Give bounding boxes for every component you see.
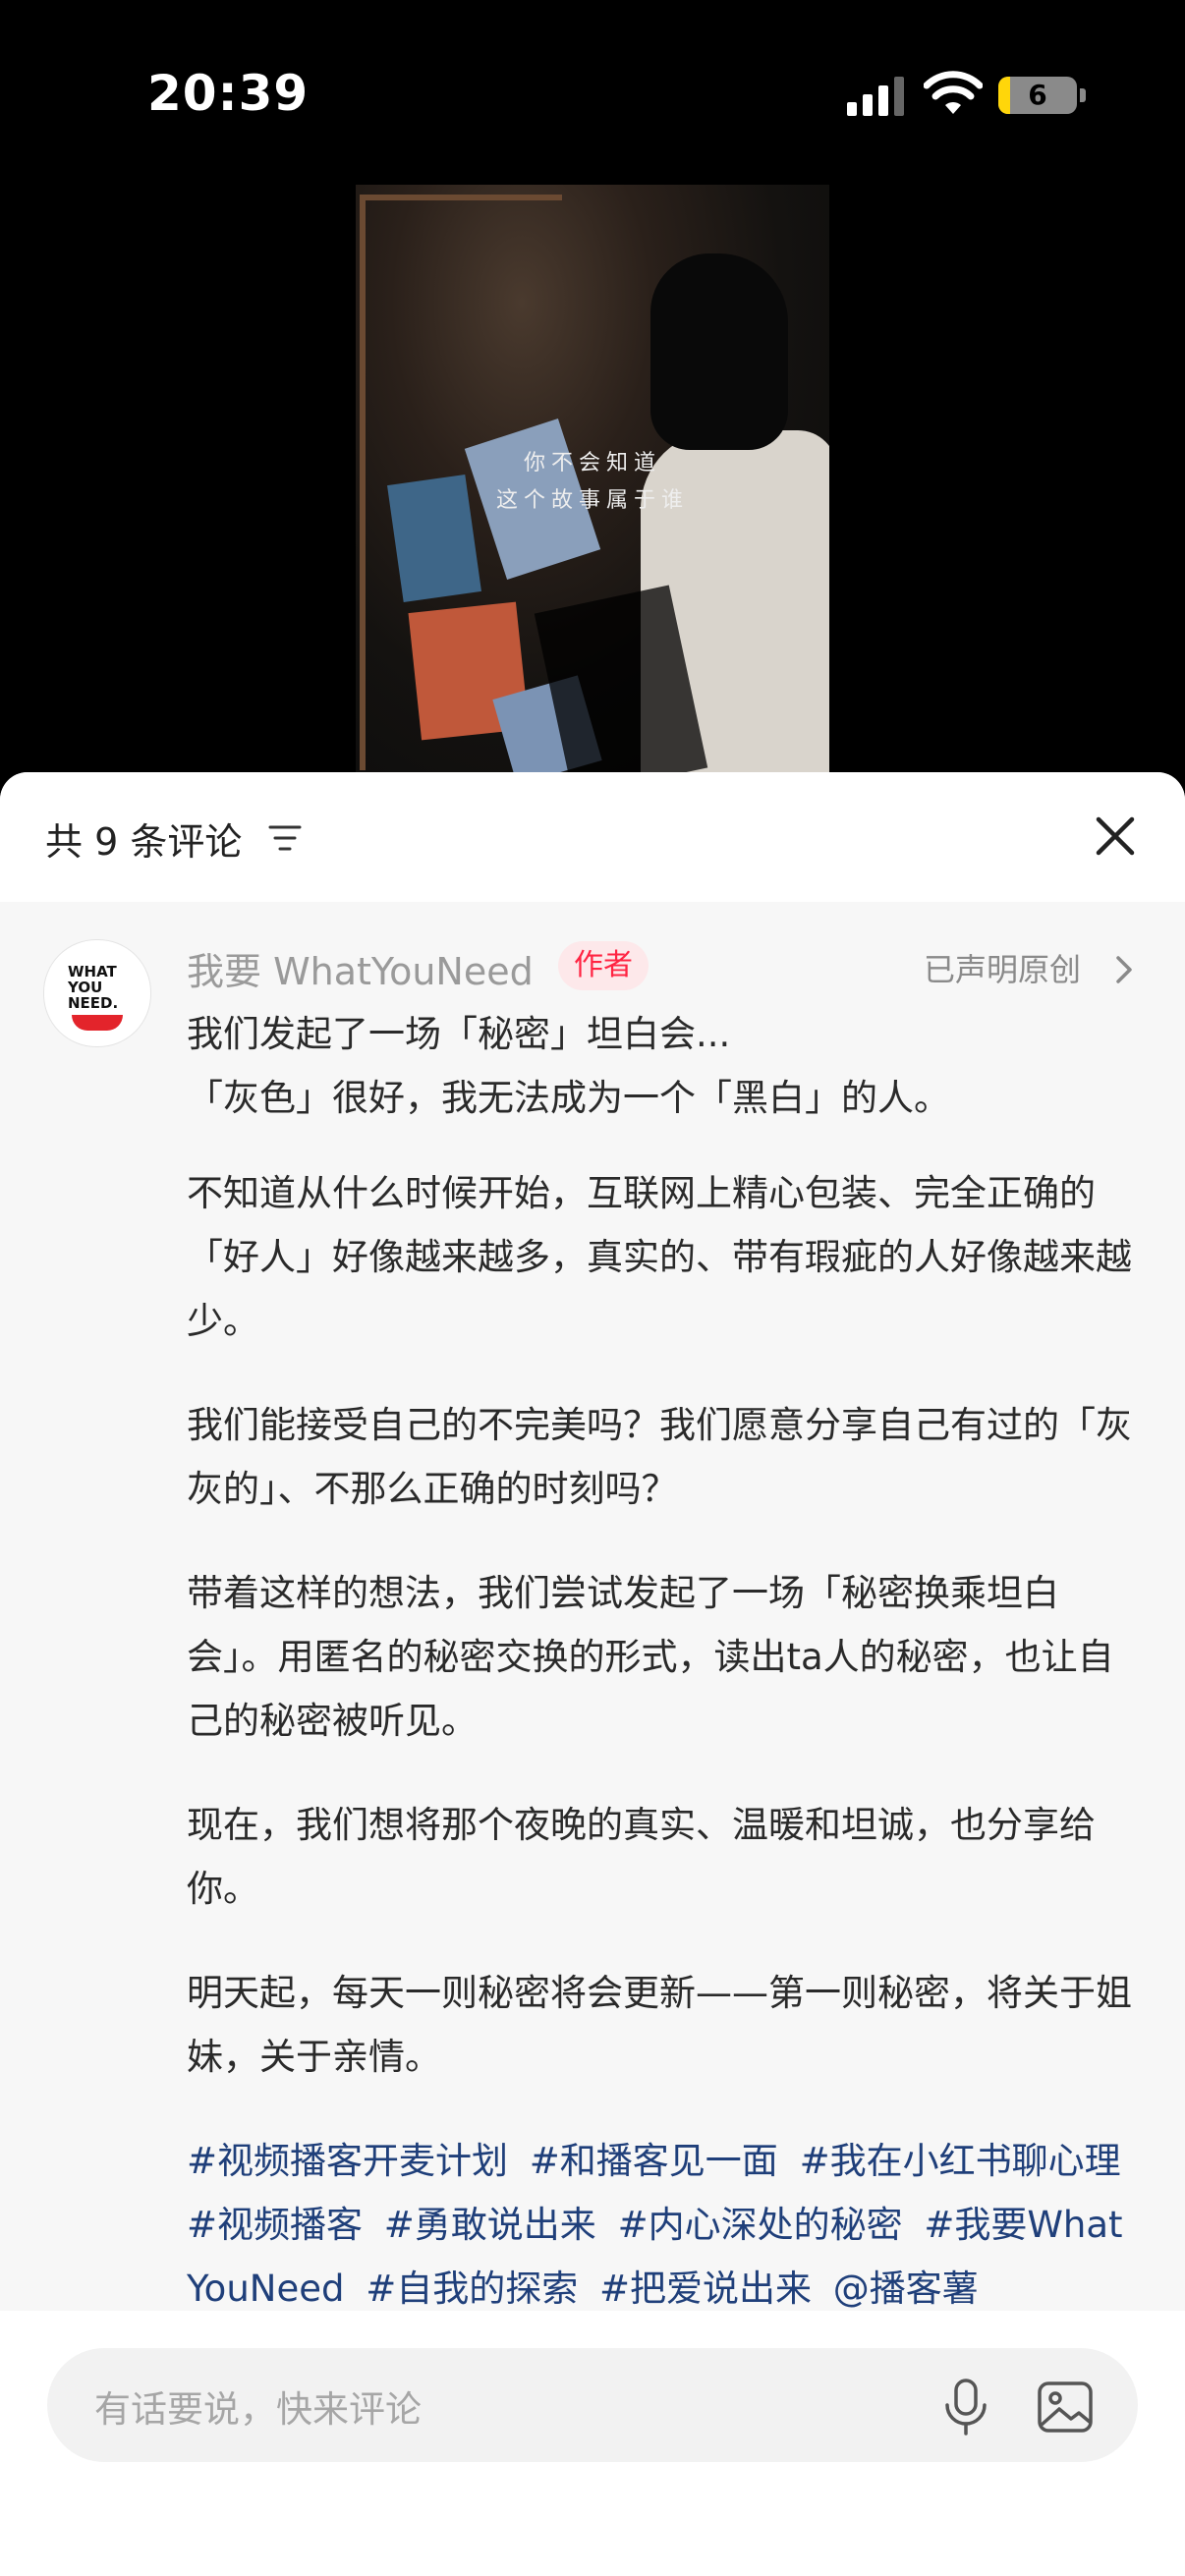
author-name[interactable]: 我要 WhatYouNeed bbox=[187, 941, 534, 995]
microphone-icon[interactable] bbox=[939, 2378, 992, 2436]
hashtag-link[interactable]: #把爱说出来 bbox=[599, 2268, 812, 2310]
comment-input[interactable]: 有话要说，快来评论 bbox=[47, 2348, 1138, 2462]
original-declared-link[interactable]: 已声明原创 bbox=[924, 945, 1081, 990]
cellular-signal-icon bbox=[847, 77, 904, 116]
comment-input-bar: 有话要说，快来评论 bbox=[0, 2311, 1185, 2576]
comments-sheet: 共 9 条评论 WHAT YOU NEED. 我要 WhatYouNeed 作者… bbox=[0, 772, 1185, 2576]
wifi-icon bbox=[924, 71, 983, 114]
battery-cap bbox=[1080, 88, 1086, 102]
comment-count: 共 9 条评论 bbox=[45, 820, 243, 864]
hashtag-link[interactable]: #内心深处的秘密 bbox=[618, 2204, 903, 2246]
author-badge: 作者 bbox=[558, 941, 649, 990]
hashtag-link[interactable]: #我在小红书聊心理 bbox=[800, 2140, 1121, 2182]
comment-paragraph: 带着这样的想法，我们尝试发起了一场「秘密换乘坦白会」。用匿名的秘密交换的形式，读… bbox=[187, 1572, 1114, 1742]
video-subtitle-line2: 这个故事属于谁 bbox=[495, 488, 689, 513]
comment-paragraph: 我们能接受自己的不完美吗？我们愿意分享自己有过的「灰灰的」、不那么正确的时刻吗？ bbox=[187, 1404, 1132, 1510]
comment-paragraph: 现在，我们想将那个夜晚的真实、温暖和坦诚，也分享给你。 bbox=[187, 1804, 1096, 1910]
avatar-logo-mark bbox=[72, 1015, 123, 1031]
battery-percent: 6 bbox=[1028, 79, 1047, 111]
image-icon[interactable] bbox=[1036, 2378, 1095, 2436]
status-time: 20:39 bbox=[147, 65, 310, 122]
comment-paragraph: 明天起，每天一则秘密将会更新——第一则秘密，将关于姐妹，关于亲情。 bbox=[187, 1972, 1132, 2078]
comment-paragraph: 我们发起了一场「秘密」坦白会... 「灰色」很好，我无法成为一个「黑白」的人。 bbox=[187, 1013, 950, 1119]
close-icon[interactable] bbox=[1093, 813, 1138, 859]
battery-icon: 6 bbox=[998, 77, 1077, 114]
hashtag-list: #视频播客开麦计划 #和播客见一面 #我在小红书聊心理 #视频播客 #勇敢说出来… bbox=[187, 2129, 1140, 2321]
mention-link[interactable]: @播客薯 bbox=[833, 2268, 979, 2310]
video-person-hair bbox=[650, 253, 788, 450]
comment-input-placeholder: 有话要说，快来评论 bbox=[94, 2388, 422, 2431]
sort-icon[interactable] bbox=[267, 823, 303, 853]
hashtag-link[interactable]: #视频播客开麦计划 bbox=[187, 2140, 508, 2182]
chevron-right-icon[interactable] bbox=[1114, 955, 1134, 984]
comment-paragraph: 不知道从什么时候开始，互联网上精心包装、完全正确的「好人」好像越来越多，真实的、… bbox=[187, 1172, 1132, 1342]
hashtag-link[interactable]: #视频播客 bbox=[187, 2204, 363, 2246]
author-avatar[interactable]: WHAT YOU NEED. bbox=[43, 939, 151, 1047]
hashtag-link[interactable]: #勇敢说出来 bbox=[384, 2204, 596, 2246]
hashtag-link[interactable]: #和播客见一面 bbox=[530, 2140, 778, 2182]
avatar-logo-text: WHAT YOU NEED. bbox=[68, 963, 119, 1012]
video-subtitle-line1: 你不会知道 bbox=[523, 451, 661, 476]
status-bar: 20:39 6 bbox=[0, 0, 1185, 187]
hashtag-link[interactable]: #自我的探索 bbox=[366, 2268, 578, 2310]
video-player[interactable]: 你不会知道 这个故事属于谁 bbox=[356, 185, 829, 774]
comments-header: 共 9 条评论 bbox=[0, 772, 1185, 902]
